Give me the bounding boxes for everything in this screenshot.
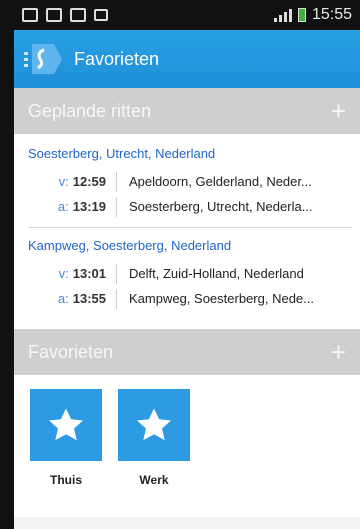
favorite-thuis[interactable]: Thuis xyxy=(30,389,102,517)
trip-leg: v: 12:59 Apeldoorn, Gelderland, Neder... xyxy=(28,169,352,194)
app-notification-icon xyxy=(94,9,108,21)
mail-icon xyxy=(70,8,86,22)
favorite-tile[interactable] xyxy=(118,389,190,461)
star-icon xyxy=(137,408,171,441)
divider xyxy=(116,171,117,192)
planned-rides-list: Soesterberg, Utrecht, Nederland v: 12:59 … xyxy=(14,134,360,329)
app-logo-icon[interactable] xyxy=(24,40,64,78)
favorite-werk[interactable]: Werk xyxy=(118,389,190,517)
favorite-label: Thuis xyxy=(50,473,82,487)
leg-time: v: 13:01 xyxy=(58,266,106,281)
signal-icon xyxy=(273,8,292,22)
add-favorite-icon[interactable]: + xyxy=(331,339,346,365)
screen: 15:55 Favorieten Geplande ritten + Soest xyxy=(14,0,360,529)
favorites-grid: Thuis Werk xyxy=(14,375,360,517)
leg-time: a: 13:55 xyxy=(57,291,106,306)
trip-leg: a: 13:19 Soesterberg, Utrecht, Nederla... xyxy=(28,194,352,219)
gallery-icon xyxy=(46,8,62,22)
trip-title: Soesterberg, Utrecht, Nederland xyxy=(28,146,216,161)
leg-destination: Kampweg, Soesterberg, Nede... xyxy=(129,291,314,306)
leg-time: v: 12:59 xyxy=(58,174,106,189)
favorite-label: Werk xyxy=(139,473,169,487)
notification-icon xyxy=(22,8,38,22)
left-bezel xyxy=(0,0,14,529)
divider xyxy=(116,263,117,284)
status-system: 15:55 xyxy=(273,6,352,24)
leg-time: a: 13:19 xyxy=(57,199,106,214)
page-title: Favorieten xyxy=(74,48,160,69)
planned-rides-title: Geplande ritten xyxy=(28,100,152,121)
divider xyxy=(28,227,352,228)
list-item[interactable]: Soesterberg, Utrecht, Nederland v: 12:59 … xyxy=(28,146,352,219)
trip-leg: v: 13:01 Delft, Zuid-Holland, Nederland xyxy=(28,261,352,286)
battery-icon xyxy=(297,8,306,22)
planned-rides-header: Geplande ritten + xyxy=(14,88,360,134)
leg-destination: Apeldoorn, Gelderland, Neder... xyxy=(129,174,312,189)
divider xyxy=(116,288,117,309)
favorites-header: Favorieten + xyxy=(14,329,360,375)
status-time: 15:55 xyxy=(311,6,352,23)
leg-destination: Delft, Zuid-Holland, Nederland xyxy=(129,266,304,281)
status-notifications xyxy=(22,8,108,22)
status-bar: 15:55 xyxy=(14,0,360,30)
favorite-tile[interactable] xyxy=(30,389,102,461)
star-icon xyxy=(49,408,83,441)
phone-frame: 15:55 Favorieten Geplande ritten + Soest xyxy=(0,0,360,529)
add-ride-icon[interactable]: + xyxy=(331,98,346,124)
app-bar: Favorieten xyxy=(14,30,360,88)
divider xyxy=(116,196,117,217)
leg-destination: Soesterberg, Utrecht, Nederla... xyxy=(129,199,313,214)
favorites-title: Favorieten xyxy=(28,341,114,362)
trip-leg: a: 13:55 Kampweg, Soesterberg, Nede... xyxy=(28,286,352,311)
trip-title: Kampweg, Soesterberg, Nederland xyxy=(28,238,232,253)
list-item[interactable]: Kampweg, Soesterberg, Nederland v: 13:01 … xyxy=(28,238,352,311)
